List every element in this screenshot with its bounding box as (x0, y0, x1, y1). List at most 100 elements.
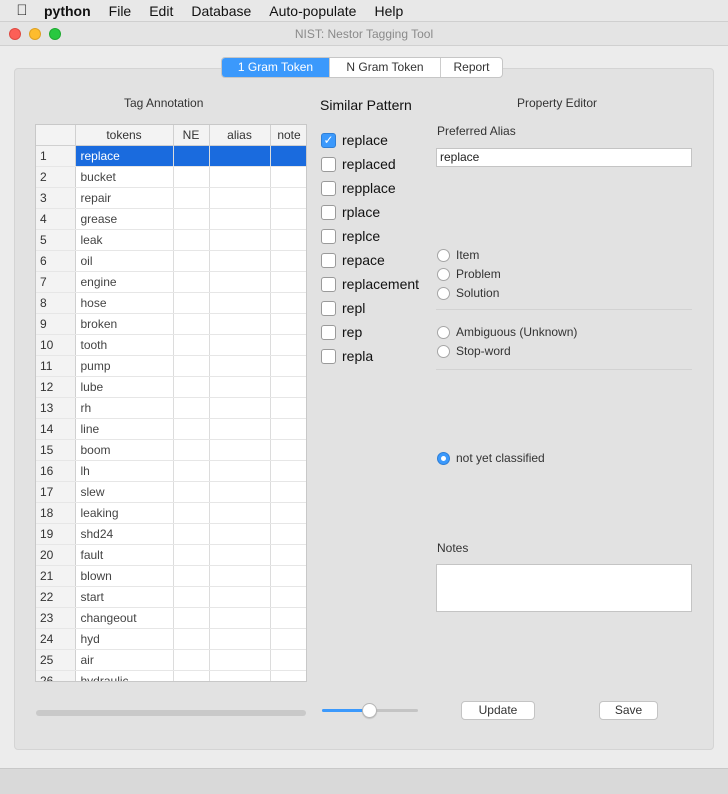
table-row[interactable]: 21 blown (36, 565, 306, 587)
token-cell[interactable]: slew (75, 481, 174, 503)
token-cell[interactable]: oil (75, 250, 174, 272)
note-cell[interactable] (270, 355, 306, 377)
similar-pattern-item[interactable]: rplace (321, 200, 419, 224)
table-row[interactable]: 15 boom (36, 439, 306, 461)
alias-cell[interactable] (209, 271, 271, 293)
table-row[interactable]: 3 repair (36, 187, 306, 209)
checkbox-icon[interactable] (321, 156, 336, 172)
ne-cell[interactable] (173, 166, 210, 188)
note-cell[interactable] (270, 607, 306, 629)
column-header-alias[interactable]: alias (209, 125, 271, 146)
table-row[interactable]: 9 broken (36, 313, 306, 335)
alias-cell[interactable] (209, 670, 271, 681)
alias-cell[interactable] (209, 376, 271, 398)
note-cell[interactable] (270, 649, 306, 671)
similarity-slider-handle[interactable] (362, 703, 377, 718)
menu-database[interactable]: Database (191, 3, 251, 19)
note-cell[interactable] (270, 418, 306, 440)
ne-cell[interactable] (173, 355, 210, 377)
similar-pattern-item[interactable]: ✓ replace (321, 128, 419, 152)
checkbox-icon[interactable] (321, 276, 336, 292)
alias-cell[interactable] (209, 418, 271, 440)
alias-cell[interactable] (209, 334, 271, 356)
token-cell[interactable]: engine (75, 271, 174, 293)
token-cell[interactable]: broken (75, 313, 174, 335)
preferred-alias-input[interactable]: replace (436, 148, 692, 167)
radio-stop-word[interactable]: Stop-word (437, 342, 511, 360)
ne-cell[interactable] (173, 523, 210, 545)
table-row[interactable]: 22 start (36, 586, 306, 608)
note-cell[interactable] (270, 481, 306, 503)
token-cell[interactable]: hydraulic (75, 670, 174, 681)
note-cell[interactable] (270, 502, 306, 524)
alias-cell[interactable] (209, 502, 271, 524)
table-row[interactable]: 18 leaking (36, 502, 306, 524)
table-row[interactable]: 26 hydraulic (36, 670, 306, 681)
ne-cell[interactable] (173, 292, 210, 314)
ne-cell[interactable] (173, 628, 210, 650)
note-cell[interactable] (270, 460, 306, 482)
table-row[interactable]: 6 oil (36, 250, 306, 272)
notes-textarea[interactable] (436, 564, 692, 612)
similar-pattern-item[interactable]: repace (321, 248, 419, 272)
token-cell[interactable]: rh (75, 397, 174, 419)
table-row[interactable]: 17 slew (36, 481, 306, 503)
similar-pattern-item[interactable]: replce (321, 224, 419, 248)
alias-cell[interactable] (209, 292, 271, 314)
similar-pattern-item[interactable]: repl (321, 296, 419, 320)
alias-cell[interactable] (209, 544, 271, 566)
note-cell[interactable] (270, 187, 306, 209)
table-row[interactable]: 20 fault (36, 544, 306, 566)
alias-cell[interactable] (209, 208, 271, 230)
note-cell[interactable] (270, 628, 306, 650)
note-cell[interactable] (270, 166, 306, 188)
note-cell[interactable] (270, 208, 306, 230)
ne-cell[interactable] (173, 439, 210, 461)
menu-help[interactable]: Help (374, 3, 403, 19)
checkbox-icon[interactable] (321, 348, 336, 364)
radio-ambiguous[interactable]: Ambiguous (Unknown) (437, 323, 577, 341)
note-cell[interactable] (270, 250, 306, 272)
radio-solution[interactable]: Solution (437, 284, 499, 302)
alias-cell[interactable] (209, 187, 271, 209)
note-cell[interactable] (270, 292, 306, 314)
alias-cell[interactable] (209, 628, 271, 650)
alias-cell[interactable] (209, 649, 271, 671)
similar-pattern-item[interactable]: repplace (321, 176, 419, 200)
alias-cell[interactable] (209, 229, 271, 251)
ne-cell[interactable] (173, 460, 210, 482)
note-cell[interactable] (270, 145, 306, 167)
ne-cell[interactable] (173, 397, 210, 419)
token-cell[interactable]: repair (75, 187, 174, 209)
similar-pattern-item[interactable]: rep (321, 320, 419, 344)
alias-cell[interactable] (209, 397, 271, 419)
radio-not-yet-classified[interactable]: not yet classified (437, 449, 545, 467)
similar-pattern-item[interactable]: replaced (321, 152, 419, 176)
ne-cell[interactable] (173, 145, 210, 167)
checkbox-icon[interactable] (321, 300, 336, 316)
token-cell[interactable]: start (75, 586, 174, 608)
checkbox-icon[interactable] (321, 324, 336, 340)
tab-1-gram-token[interactable]: 1 Gram Token (222, 58, 329, 77)
token-cell[interactable]: changeout (75, 607, 174, 629)
tab-report[interactable]: Report (440, 58, 502, 77)
ne-cell[interactable] (173, 586, 210, 608)
table-row[interactable]: 24 hyd (36, 628, 306, 650)
menu-app-name[interactable]: python (44, 3, 91, 19)
table-row[interactable]: 16 lh (36, 460, 306, 482)
note-cell[interactable] (270, 271, 306, 293)
ne-cell[interactable] (173, 418, 210, 440)
note-cell[interactable] (270, 523, 306, 545)
column-header-note[interactable]: note (270, 125, 306, 146)
column-header-ne[interactable]: NE (173, 125, 210, 146)
menu-auto-populate[interactable]: Auto-populate (269, 3, 356, 19)
token-cell[interactable]: shd24 (75, 523, 174, 545)
token-cell[interactable]: pump (75, 355, 174, 377)
ne-cell[interactable] (173, 187, 210, 209)
ne-cell[interactable] (173, 250, 210, 272)
table-row[interactable]: 2 bucket (36, 166, 306, 188)
alias-cell[interactable] (209, 523, 271, 545)
token-cell[interactable]: hose (75, 292, 174, 314)
ne-cell[interactable] (173, 565, 210, 587)
alias-cell[interactable] (209, 460, 271, 482)
